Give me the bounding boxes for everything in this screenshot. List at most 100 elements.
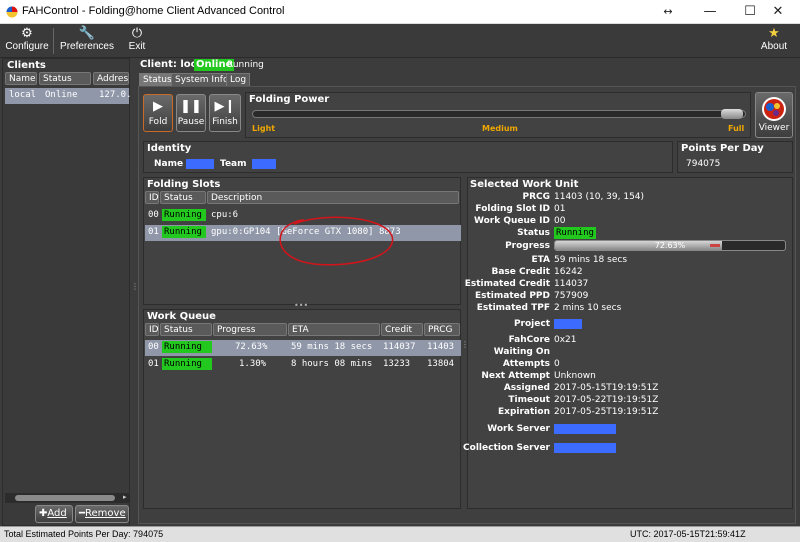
eta-label: ETA bbox=[531, 255, 550, 265]
work-server-label: Work Server bbox=[487, 424, 550, 434]
expiration-value: 2017-05-25T19:19:51Z bbox=[554, 407, 659, 417]
finish-label: Finish bbox=[212, 117, 238, 127]
finish-button[interactable]: ▶❙ Finish bbox=[209, 94, 241, 132]
work-unit-title: Selected Work Unit bbox=[470, 179, 579, 190]
fold-button[interactable]: ▶ Fold bbox=[143, 94, 173, 132]
tab-system-info[interactable]: System Info bbox=[171, 73, 233, 86]
queue-prcg: 11403 bbox=[427, 342, 455, 352]
about-button[interactable]: ★ About bbox=[756, 25, 792, 52]
queue-col-status[interactable]: Status bbox=[160, 323, 212, 336]
queue-col-credit[interactable]: Credit bbox=[381, 323, 423, 336]
power-icon: ⏻ bbox=[131, 25, 143, 40]
folding-power-title: Folding Power bbox=[249, 94, 330, 105]
identity-panel: Identity Name Team bbox=[143, 141, 673, 173]
slot-id-label: Folding Slot ID bbox=[475, 204, 550, 214]
minimize-button[interactable]: — bbox=[688, 2, 732, 22]
queue-status: Running bbox=[162, 341, 212, 353]
queue-credit: 114037 bbox=[383, 342, 416, 352]
project-link[interactable] bbox=[554, 319, 582, 329]
attempts-value: 0 bbox=[554, 359, 560, 369]
selected-work-unit-panel: Selected Work Unit PRCG 11403 (10, 39, 1… bbox=[463, 177, 793, 509]
queue-progress: 72.63% bbox=[235, 342, 268, 352]
queue-progress: 1.30% bbox=[239, 359, 267, 369]
queue-col-progress[interactable]: Progress bbox=[213, 323, 287, 336]
timeout-value: 2017-05-22T19:19:51Z bbox=[554, 395, 659, 405]
fold-label: Fold bbox=[148, 117, 168, 127]
slot-id: 01 bbox=[148, 227, 159, 237]
viewer-label: Viewer bbox=[758, 123, 790, 133]
configure-button[interactable]: ⚙ Configure bbox=[4, 25, 50, 52]
progress-label: Progress bbox=[505, 241, 550, 251]
slot-description: cpu:6 bbox=[211, 210, 239, 220]
ppd-value: 794075 bbox=[686, 159, 721, 169]
slots-col-id[interactable]: ID bbox=[145, 191, 159, 204]
work-queue-id-value: 00 bbox=[554, 216, 566, 226]
queue-col-eta[interactable]: ETA bbox=[288, 323, 380, 336]
configure-label: Configure bbox=[5, 41, 49, 52]
exit-button[interactable]: ⏻ Exit bbox=[122, 25, 152, 52]
power-full-label: Full bbox=[728, 124, 745, 133]
remove-client-button[interactable]: ━Remove bbox=[75, 505, 129, 523]
collection-server-link[interactable] bbox=[554, 443, 616, 453]
power-light-label: Light bbox=[252, 124, 276, 133]
folding-slots-title: Folding Slots bbox=[147, 179, 221, 190]
exit-label: Exit bbox=[128, 41, 146, 52]
title-bar: FAHControl - Folding@home Client Advance… bbox=[0, 0, 800, 24]
assigned-value: 2017-05-15T19:19:51Z bbox=[554, 383, 659, 393]
remove-label: Remove bbox=[85, 508, 126, 519]
progress-text: 72.63% bbox=[654, 241, 686, 250]
client-row[interactable]: local Online 127.0. bbox=[5, 88, 132, 104]
skip-end-icon: ▶❙ bbox=[214, 99, 236, 114]
slider-knob[interactable] bbox=[721, 109, 743, 119]
client-status: Online bbox=[45, 90, 78, 100]
progress-marker bbox=[710, 244, 720, 247]
queue-row[interactable]: 00 Running 72.63% 59 mins 18 secs 114037… bbox=[145, 340, 461, 356]
queue-status: Running bbox=[162, 358, 212, 370]
queue-eta: 59 mins 18 secs bbox=[291, 342, 373, 352]
client-address: 127.0. bbox=[99, 90, 132, 100]
queue-col-prcg[interactable]: PRCG bbox=[424, 323, 460, 336]
clients-col-name[interactable]: Name bbox=[5, 72, 37, 85]
preferences-label: Preferences bbox=[60, 41, 114, 52]
fah-logo-icon bbox=[6, 6, 18, 18]
next-attempt-value: Unknown bbox=[554, 371, 596, 381]
estimated-ppd-label: Estimated PPD bbox=[475, 291, 550, 301]
toolbar-divider bbox=[53, 28, 54, 54]
estimated-credit-value: 114037 bbox=[554, 279, 589, 289]
fahcore-label: FahCore bbox=[508, 335, 550, 345]
unit-status-label: Status bbox=[517, 228, 550, 238]
expiration-label: Expiration bbox=[498, 407, 550, 417]
queue-row[interactable]: 01 Running 1.30% 8 hours 08 mins 13233 1… bbox=[145, 357, 461, 373]
scroll-right-icon[interactable]: ▸ bbox=[123, 493, 127, 501]
clients-col-status[interactable]: Status bbox=[39, 72, 91, 85]
identity-team-link[interactable] bbox=[252, 159, 276, 169]
close-button[interactable]: ✕ bbox=[756, 2, 800, 22]
work-server-link[interactable] bbox=[554, 424, 616, 434]
identity-name-link[interactable] bbox=[186, 159, 214, 169]
slots-col-status[interactable]: Status bbox=[160, 191, 206, 204]
panel-splitter[interactable]: ⋮ bbox=[131, 283, 139, 299]
viewer-button[interactable]: Viewer bbox=[755, 92, 793, 138]
total-ppd-text: Total Estimated Points Per Day: 794075 bbox=[4, 529, 164, 539]
identity-title: Identity bbox=[147, 143, 192, 154]
scroll-thumb[interactable] bbox=[15, 495, 115, 501]
collection-server-label: Collection Server bbox=[463, 443, 550, 453]
star-icon: ★ bbox=[768, 25, 780, 40]
estimated-ppd-value: 757909 bbox=[554, 291, 589, 301]
waiting-on-label: Waiting On bbox=[493, 347, 550, 357]
preferences-button[interactable]: 🔧 Preferences bbox=[58, 25, 116, 52]
attempts-label: Attempts bbox=[502, 359, 550, 369]
window-title: FAHControl - Folding@home Client Advance… bbox=[22, 5, 285, 17]
prcg-value: 11403 (10, 39, 154) bbox=[554, 192, 645, 202]
next-attempt-label: Next Attempt bbox=[481, 371, 550, 381]
folding-power-slider[interactable] bbox=[252, 109, 746, 119]
queue-col-id[interactable]: ID bbox=[145, 323, 159, 336]
tab-log[interactable]: Log bbox=[226, 73, 251, 86]
status-bar: Total Estimated Points Per Day: 794075 U… bbox=[0, 526, 800, 542]
pause-button[interactable]: ❚❚ Pause bbox=[176, 94, 206, 132]
estimated-credit-label: Estimated Credit bbox=[464, 279, 550, 289]
clients-scrollbar[interactable]: ▸ bbox=[5, 493, 129, 503]
clients-col-address[interactable]: Address bbox=[93, 72, 129, 85]
slots-col-description[interactable]: Description bbox=[207, 191, 459, 204]
add-client-button[interactable]: ✚Add bbox=[35, 505, 73, 523]
